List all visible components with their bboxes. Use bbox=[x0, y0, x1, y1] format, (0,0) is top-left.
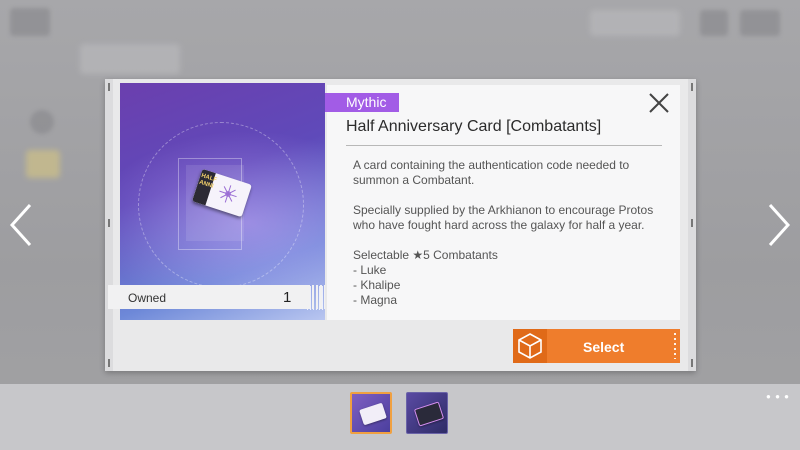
item-title: Half Anniversary Card [Combatants] bbox=[346, 118, 602, 135]
thumbnail-alt-card[interactable] bbox=[406, 392, 448, 434]
rarity-badge: Mythic bbox=[325, 93, 399, 112]
chevron-left-icon[interactable] bbox=[8, 203, 34, 247]
close-icon[interactable] bbox=[648, 92, 670, 114]
item-description: A card containing the authentication cod… bbox=[353, 158, 671, 308]
select-button[interactable]: Select bbox=[513, 329, 680, 363]
more-dots-icon: ● ● ● bbox=[766, 392, 790, 401]
selectable-heading: Selectable ★5 Combatants bbox=[353, 248, 498, 262]
description-line: Specially supplied by the Arkhianon to e… bbox=[353, 203, 654, 232]
decorative-stripes bbox=[308, 285, 325, 309]
combatant-option: - Khalipe bbox=[353, 278, 401, 292]
description-line: A card containing the authentication cod… bbox=[353, 158, 630, 187]
title-divider bbox=[346, 145, 662, 146]
select-button-label: Select bbox=[583, 339, 625, 355]
cube-icon bbox=[518, 333, 542, 359]
item-thumbnail-bar bbox=[0, 384, 800, 450]
chevron-right-icon[interactable] bbox=[766, 203, 792, 247]
owned-label: Owned bbox=[128, 291, 167, 305]
combatant-option: - Magna bbox=[353, 293, 398, 307]
combatant-option: - Luke bbox=[353, 263, 387, 277]
thumbnail-half-anniversary-card[interactable] bbox=[350, 392, 392, 434]
owned-count: 1 bbox=[283, 289, 292, 306]
